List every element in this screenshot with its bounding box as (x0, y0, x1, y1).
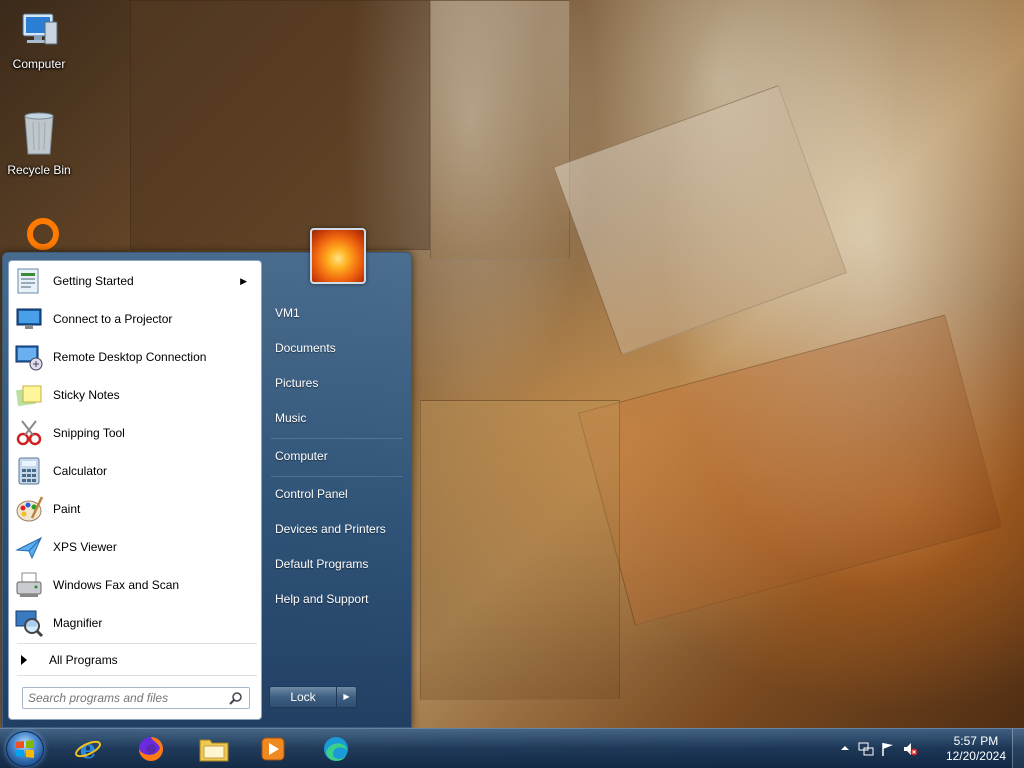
right-item-documents[interactable]: Documents (275, 341, 336, 355)
fax-scan-icon (13, 569, 45, 601)
program-label: Paint (53, 502, 81, 516)
divider (17, 643, 257, 644)
divider (17, 675, 257, 676)
taskbar-firefox[interactable] (133, 733, 169, 765)
edge-icon (324, 737, 348, 761)
program-label: Magnifier (53, 616, 103, 630)
snipping-tool-icon (13, 417, 45, 449)
internet-explorer-icon: e (75, 735, 101, 764)
divider (271, 476, 403, 477)
action-center-flag-icon[interactable] (880, 741, 896, 760)
program-fax-scan[interactable]: Windows Fax and Scan (13, 567, 257, 603)
desktop-icon-computer[interactable]: Computer (1, 8, 77, 71)
media-player-icon (261, 737, 285, 761)
program-getting-started[interactable]: Getting Started ▶ (13, 263, 257, 299)
program-paint[interactable]: Paint (13, 491, 257, 527)
recycle-bin-icon (24, 112, 54, 155)
wallpaper-panel (420, 400, 620, 700)
right-item-help-support[interactable]: Help and Support (275, 592, 368, 606)
sticky-notes-icon (13, 379, 45, 411)
show-hidden-icons-icon[interactable] (840, 742, 850, 756)
divider (271, 438, 403, 439)
wallpaper-panel (553, 84, 847, 356)
remote-desktop-icon (13, 341, 45, 373)
program-magnifier[interactable]: Magnifier (13, 605, 257, 641)
projector-icon (13, 303, 45, 335)
all-programs-label: All Programs (49, 653, 118, 667)
right-item-control-panel[interactable]: Control Panel (275, 487, 348, 501)
file-explorer-icon (199, 739, 229, 762)
program-label: Connect to a Projector (53, 312, 173, 326)
calculator-icon (13, 455, 45, 487)
right-item-computer[interactable]: Computer (275, 449, 328, 463)
program-label: XPS Viewer (53, 540, 117, 554)
search-icon[interactable] (229, 691, 243, 708)
wallpaper-panel (578, 314, 1002, 626)
program-calculator[interactable]: Calculator (13, 453, 257, 489)
programs-pane: Getting Started ▶ Connect to a Projector… (8, 260, 262, 720)
getting-started-icon (13, 265, 45, 297)
program-label: Windows Fax and Scan (53, 578, 180, 592)
right-item-music[interactable]: Music (275, 411, 306, 425)
xps-viewer-icon (13, 531, 45, 563)
computer-icon (22, 13, 58, 45)
desktop-icon-recycle-bin[interactable]: Recycle Bin (1, 110, 77, 177)
right-item-default-programs[interactable]: Default Programs (275, 557, 368, 571)
clock-date: 12/20/2024 (945, 749, 1006, 763)
volume-muted-icon[interactable] (902, 741, 918, 760)
wallpaper-panel (430, 0, 570, 260)
windows-logo-icon (16, 740, 34, 758)
right-item-vm1[interactable]: VM1 (275, 306, 300, 320)
clock[interactable]: 5:57 PM 12/20/2024 (946, 734, 1006, 764)
clock-time: 5:57 PM (953, 734, 999, 748)
show-desktop-button[interactable] (1012, 729, 1024, 768)
desktop-icon-label: Computer (12, 57, 66, 71)
svg-text:e: e (80, 735, 97, 764)
user-picture[interactable] (310, 228, 366, 284)
wallpaper-panel (130, 0, 430, 250)
firefox-icon (139, 737, 163, 761)
taskbar-internet-explorer[interactable]: e (70, 733, 106, 765)
paint-icon (13, 493, 45, 525)
start-menu: Getting Started ▶ Connect to a Projector… (2, 228, 412, 728)
program-snipping-tool[interactable]: Snipping Tool (13, 415, 257, 451)
expand-arrow-icon (21, 655, 27, 665)
magnifier-icon (13, 607, 45, 639)
desktop-icon-ring-app[interactable] (5, 214, 81, 257)
taskbar: e 5:57 PM 12/20/2024 (0, 728, 1024, 768)
taskbar-edge[interactable] (318, 733, 354, 765)
program-label: Remote Desktop Connection (53, 350, 207, 364)
program-connect-projector[interactable]: Connect to a Projector (13, 301, 257, 337)
program-sticky-notes[interactable]: Sticky Notes (13, 377, 257, 413)
program-label: Calculator (53, 464, 108, 478)
right-item-pictures[interactable]: Pictures (275, 376, 318, 390)
search-input[interactable] (28, 691, 218, 705)
all-programs-button[interactable]: All Programs (17, 649, 257, 671)
taskbar-media-player[interactable] (255, 733, 291, 765)
program-label: Snipping Tool (53, 426, 125, 440)
program-xps-viewer[interactable]: XPS Viewer (13, 529, 257, 565)
program-label: Getting Started (53, 274, 134, 288)
program-remote-desktop[interactable]: Remote Desktop Connection (13, 339, 257, 375)
lock-button[interactable]: Lock (269, 686, 337, 708)
submenu-arrow-icon: ▶ (240, 275, 247, 286)
start-button[interactable] (6, 731, 44, 767)
shutdown-options-button[interactable]: ▶ (337, 686, 357, 708)
system-tray: 5:57 PM 12/20/2024 (834, 729, 1024, 768)
taskbar-file-explorer[interactable] (196, 733, 232, 765)
program-label: Sticky Notes (53, 388, 120, 402)
desktop-icon-label: Recycle Bin (7, 163, 71, 177)
ring-app-icon (27, 218, 59, 250)
search-box[interactable] (22, 687, 250, 709)
right-item-devices-printers[interactable]: Devices and Printers (275, 522, 386, 536)
network-icon[interactable] (858, 741, 874, 760)
